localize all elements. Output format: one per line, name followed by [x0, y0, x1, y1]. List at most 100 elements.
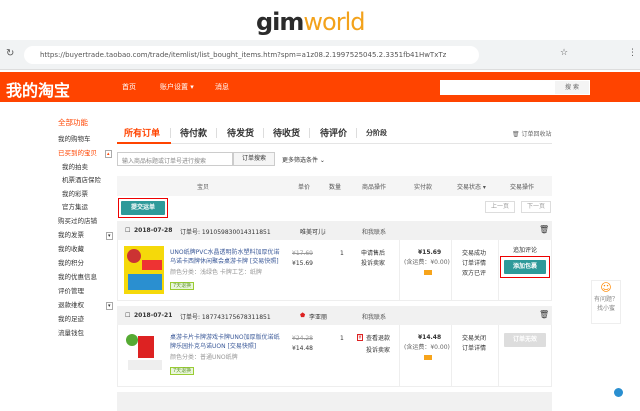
product-title[interactable]: 桌游卡片卡牌游戏卡牌UNO加厚版优诺纸牌乐园扑克乌诺UON [交易快照]: [170, 333, 282, 351]
sidebar-item-lottery[interactable]: 我的彩票: [62, 188, 88, 198]
order-header: ☐ 2018-07-28 订单号: 191059830014311851 唯美可…: [117, 221, 552, 240]
address-bar[interactable]: https://buyertrade.taobao.com/trade/item…: [24, 46, 479, 64]
expand-icon[interactable]: ▾: [106, 232, 113, 240]
trade-status: 交易成功: [462, 250, 487, 257]
contact-seller[interactable]: 和我联系: [362, 312, 386, 321]
tab-installment[interactable]: 分阶段: [366, 128, 387, 138]
order-details-link[interactable]: 订单详情: [462, 344, 486, 353]
payment-card-icon: [424, 355, 432, 360]
collapse-icon[interactable]: ▴: [105, 150, 112, 158]
shipping-fee: (含运费：¥0.00): [404, 259, 450, 266]
nav-account-settings[interactable]: 账户设置 ▾: [160, 82, 194, 92]
sidebar-item-label: 退款维权: [58, 301, 84, 309]
order-search-input[interactable]: 输入商品标题或订单号进行搜索: [117, 152, 233, 166]
nav-home[interactable]: 首页: [122, 82, 136, 92]
order-date: 2018-07-28: [134, 227, 173, 234]
payment-card-icon: [424, 270, 432, 275]
sidebar-item-refunds[interactable]: 退款维权 ▾: [58, 299, 113, 310]
contact-seller[interactable]: 和我联系: [362, 227, 386, 236]
col-qty: 数量: [329, 184, 342, 191]
order-search-button[interactable]: 订单搜索: [233, 152, 275, 166]
sidebar-item-shipping[interactable]: 官方集运: [62, 201, 88, 211]
tab-pending-receipt[interactable]: 待收货: [273, 126, 300, 139]
recycle-label: 订单回收站: [521, 131, 552, 138]
sidebar-item-auction[interactable]: 我的拍卖: [62, 161, 88, 171]
add-package-button[interactable]: 添加包裹: [500, 256, 550, 278]
product-spec: 颜色分类：普通UNO纸牌: [170, 354, 238, 361]
sidebar-item-bought[interactable]: 已买到的宝贝 ▴: [58, 147, 112, 158]
expand-icon[interactable]: ▾: [106, 302, 113, 310]
tab-all-orders[interactable]: 所有订单: [124, 126, 160, 139]
sidebar-item-label: 我的发票: [58, 231, 84, 239]
sidebar-item-reviews[interactable]: 评价管理: [58, 285, 84, 295]
mascot-icon: ☺: [600, 281, 612, 294]
shop-name[interactable]: 李亚丽: [309, 312, 327, 321]
chat-icon[interactable]: [614, 388, 623, 397]
sidebar-item-footprint[interactable]: 我的足迹: [58, 313, 84, 323]
shop-name[interactable]: 唯美可儿i: [300, 227, 326, 236]
tab-pending-payment[interactable]: 待付款: [180, 126, 207, 139]
col-status[interactable]: 交易状态 ▾: [457, 182, 486, 191]
recycle-bin-link[interactable]: 🗑 订单回收站: [512, 129, 552, 138]
sidebar-item-shops[interactable]: 购买过的店铺: [58, 215, 97, 225]
star-icon[interactable]: ☆: [560, 48, 568, 58]
select-checkbox[interactable]: ☐: [125, 227, 130, 234]
brand-title[interactable]: 我的淘宝: [6, 77, 70, 101]
trash-icon: 🗑: [512, 131, 520, 138]
product-image[interactable]: [124, 330, 164, 378]
order-number: 订单号: 187743175678311851: [180, 314, 271, 321]
column-divider: [451, 240, 452, 300]
submit-waybill-label: 提交运单: [121, 201, 165, 215]
nav-messages[interactable]: 消息: [215, 82, 229, 92]
tab-divider: [309, 128, 310, 138]
help-widget[interactable]: ☺ 有问题？ 找小蜜: [591, 280, 621, 324]
reload-icon[interactable]: ↻: [6, 48, 14, 59]
tab-pending-shipment[interactable]: 待发货: [227, 126, 254, 139]
sidebar-item-invoice[interactable]: 我的发票 ▾: [58, 229, 113, 240]
sidebar-item-favorites[interactable]: 我的收藏: [58, 243, 84, 253]
delete-icon[interactable]: 🗑: [539, 310, 549, 319]
sidebar-item-travel[interactable]: 机票酒店保险: [62, 174, 101, 184]
apply-after-sale-link[interactable]: 申请售后: [361, 249, 385, 258]
delete-icon[interactable]: 🗑: [539, 225, 549, 234]
order-row: 桌游卡片卡牌游戏卡牌UNO加厚版优诺纸牌乐园扑克乌诺UON [交易快照] 颜色分…: [117, 325, 552, 387]
col-item-ops: 商品操作: [362, 184, 387, 191]
order-details-link[interactable]: 订单详情: [462, 259, 486, 268]
product-title[interactable]: UNO纸牌PVC水晶透明防水塑料加厚优诺乌诺卡西牌休闲聚会桌游卡牌 [交易快照]: [170, 248, 282, 266]
view-refund-link[interactable]: 查看退款: [366, 334, 390, 343]
logo-text-b: world: [303, 8, 365, 36]
sidebar-item-data-wallet[interactable]: 流量钱包: [58, 327, 84, 337]
prev-page-button[interactable]: 上一页: [485, 201, 515, 213]
sidebar-item-all[interactable]: 全部功能: [58, 117, 88, 128]
sidebar-item-coupons[interactable]: 我的优惠信息: [58, 271, 97, 281]
active-tab-underline: [117, 142, 171, 144]
order-date: 2018-07-21: [134, 312, 173, 319]
col-item: 宝贝: [197, 184, 210, 191]
return-badge: 7天退换: [170, 367, 195, 375]
sidebar-item-points[interactable]: 我的积分: [58, 257, 84, 267]
more-filters-link[interactable]: 更多筛选条件 ⌄: [282, 155, 325, 164]
add-review-link[interactable]: 追加评论: [513, 246, 537, 255]
order-header: ☐ 2018-07-21 订单号: 187743175678311851 ⬟ 李…: [117, 306, 552, 325]
help-line2: 找小蜜: [596, 305, 615, 312]
paid-amount: ¥14.48: [418, 334, 442, 341]
select-checkbox[interactable]: ☐: [125, 312, 130, 319]
header-search-button[interactable]: 搜 索: [555, 81, 589, 94]
col-price: 单价: [298, 184, 311, 191]
tab-pending-review[interactable]: 待评价: [320, 126, 347, 139]
unit-price: ¥14.48: [292, 345, 313, 352]
menu-icon[interactable]: ⋮: [628, 48, 637, 58]
complain-seller-link[interactable]: 投诉卖家: [366, 346, 390, 355]
sidebar-item-cart[interactable]: 我的购物车: [58, 133, 91, 143]
tab-divider: [170, 128, 171, 138]
product-image[interactable]: [124, 246, 164, 294]
column-divider: [399, 240, 400, 300]
submit-waybill-button[interactable]: 提交运单: [118, 198, 168, 218]
order-invalid-button[interactable]: 订单无效: [504, 333, 546, 347]
gimworld-logo: gimworld: [256, 8, 366, 36]
tab-divider: [216, 128, 217, 138]
complain-seller-link[interactable]: 投诉卖家: [361, 259, 385, 268]
next-page-button[interactable]: 下一页: [521, 201, 551, 213]
original-price: ¥17.69: [292, 250, 313, 257]
help-line1: 有问题？: [593, 296, 618, 303]
